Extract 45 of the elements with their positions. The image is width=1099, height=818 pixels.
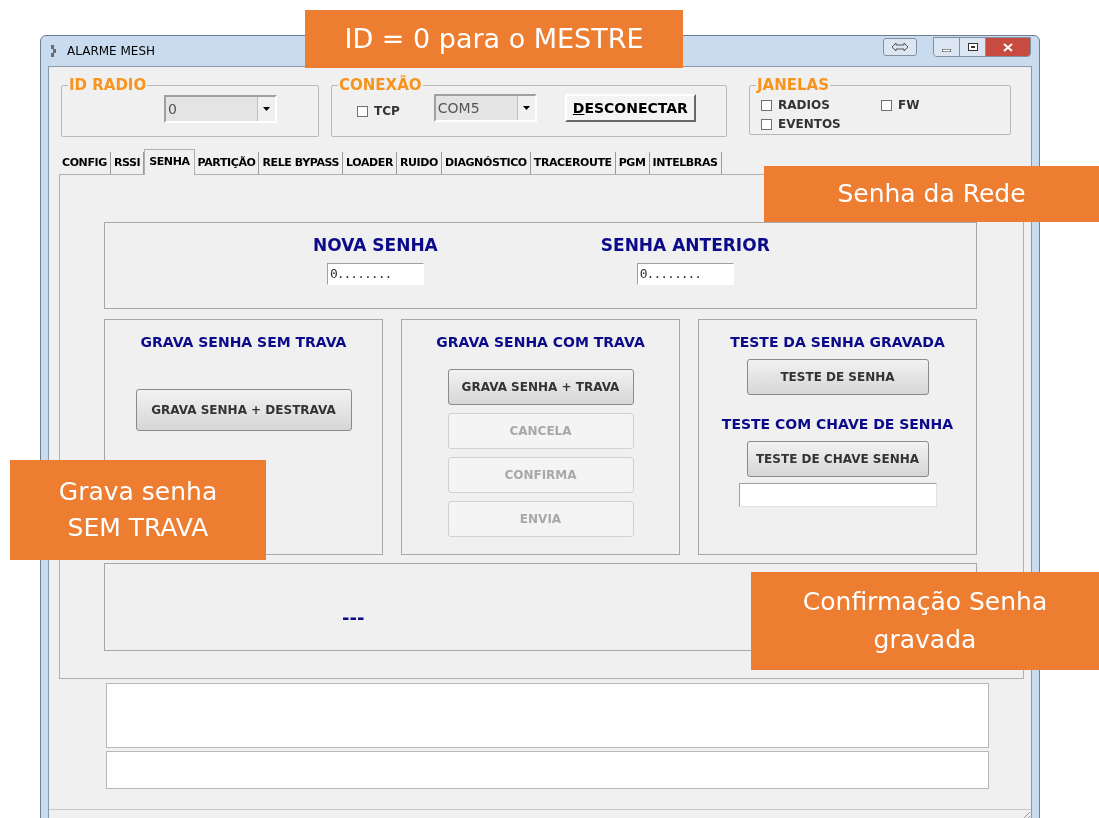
dropdown-arrow-icon xyxy=(263,107,270,111)
close-icon xyxy=(1003,42,1013,52)
maximize-icon xyxy=(967,43,978,51)
password-field[interactable]: 0........ xyxy=(326,262,424,285)
tab[interactable]: CONFIG xyxy=(59,152,111,174)
maximize-button[interactable] xyxy=(960,38,986,56)
action-button[interactable]: GRAVA SENHA + TRAVA xyxy=(447,369,634,405)
panel-title: GRAVA SENHA COM TRAVA xyxy=(436,333,645,352)
id-dropdown[interactable]: 0 xyxy=(164,95,277,123)
checkbox-label: RADIOS xyxy=(778,97,830,114)
checkbox-label: FW xyxy=(898,97,920,114)
action-button[interactable]: GRAVA SENHA + DESTRAVA xyxy=(135,389,352,431)
dropdown-arrow-icon xyxy=(522,106,530,110)
callout: Confirmação Senha gravada xyxy=(751,572,1099,670)
callout: Senha da Rede xyxy=(764,166,1099,222)
password-field[interactable]: 0........ xyxy=(636,262,734,285)
panel-title: TESTE COM CHAVE DE SENHA xyxy=(721,415,954,434)
disconnect-button[interactable]: DESCONECTAR xyxy=(564,94,696,122)
double-arrow-icon xyxy=(892,43,908,51)
checkbox-label: TCP xyxy=(374,103,400,120)
input-field[interactable] xyxy=(738,483,937,507)
minimize-icon xyxy=(942,49,951,52)
action-button[interactable]: TESTE DE CHAVE SENHA xyxy=(746,441,929,477)
action-button[interactable]: TESTE DE SENHA xyxy=(746,359,929,395)
field-label: NOVA SENHA xyxy=(313,234,438,257)
panel-title: TESTE DA SENHA GRAVADA xyxy=(730,333,945,352)
checkbox[interactable] xyxy=(357,105,368,117)
close-button[interactable] xyxy=(986,38,1030,56)
checkbox[interactable] xyxy=(761,99,772,111)
callout: ID = 0 para o MESTRE xyxy=(305,10,683,68)
checkbox[interactable] xyxy=(761,118,772,130)
panel-title: GRAVA SENHA SEM TRAVA xyxy=(140,333,347,352)
tab[interactable]: TRACEROUTE xyxy=(530,152,616,174)
resize-button[interactable] xyxy=(883,38,917,56)
window-title: ALARME MESH xyxy=(67,43,156,60)
callout: Grava senha SEM TRAVA xyxy=(10,460,266,560)
group-label: JANELAS xyxy=(756,76,830,94)
checkbox[interactable] xyxy=(881,99,892,111)
checkbox-label: EVENTOS xyxy=(778,116,841,133)
field-label: SENHA ANTERIOR xyxy=(600,234,770,257)
window-controls[interactable] xyxy=(933,37,1031,57)
port-dropdown[interactable]: COM5 xyxy=(433,94,537,122)
app-icon xyxy=(49,44,59,58)
status-text: --- xyxy=(342,606,365,630)
tab[interactable]: SENHA xyxy=(144,149,195,175)
